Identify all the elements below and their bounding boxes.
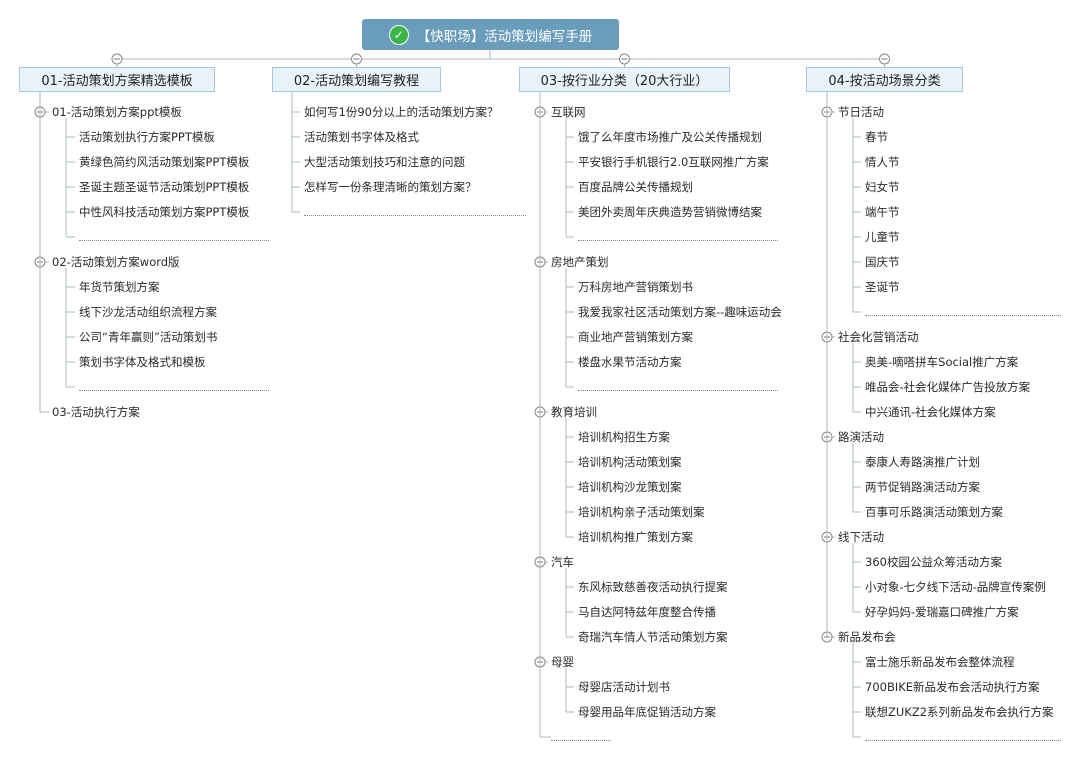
group-topic[interactable]: 新品发布会 [838, 630, 896, 644]
group-topic[interactable]: 02-活动策划方案word版 [52, 255, 180, 269]
category-1[interactable]: 01-活动策划方案精选模板 [19, 67, 215, 92]
topic-item[interactable]: 百度品牌公关传播规划 [578, 180, 693, 194]
topic-item[interactable]: 圣诞主题圣诞节活动策划PPT模板 [79, 180, 249, 194]
topic-item[interactable]: 春节 [865, 130, 888, 144]
topic-item[interactable]: 中兴通讯-社会化媒体方案 [865, 405, 996, 419]
topic-item[interactable]: 活动策划书字体及格式 [304, 130, 419, 144]
topic-item[interactable]: 端午节 [865, 205, 900, 219]
category-4[interactable]: 04-按活动场景分类 [806, 67, 963, 92]
more-items-ellipsis [865, 740, 1061, 741]
topic-item[interactable]: 公司“青年赢则”活动策划书 [79, 330, 217, 344]
group-topic[interactable]: 路演活动 [838, 430, 884, 444]
group-topic[interactable]: 节日活动 [838, 105, 884, 119]
category-2[interactable]: 02-活动策划编写教程 [272, 67, 441, 92]
group-topic[interactable]: 互联网 [551, 105, 586, 119]
group-topic[interactable]: 01-活动策划方案ppt模板 [52, 105, 182, 119]
more-groups-ellipsis [551, 740, 611, 741]
topic-item[interactable]: 饿了么年度市场推广及公关传播规划 [578, 130, 762, 144]
topic-item[interactable]: 两节促销路演活动方案 [865, 480, 980, 494]
more-items-ellipsis [79, 390, 269, 391]
more-items-ellipsis [304, 215, 526, 216]
more-items-ellipsis [578, 240, 778, 241]
topic-item[interactable]: 富士施乐新品发布会整体流程 [865, 655, 1015, 669]
topic-item[interactable]: 平安银行手机银行2.0互联网推广方案 [578, 155, 769, 169]
topic-item[interactable]: 百事可乐路演活动策划方案 [865, 505, 1003, 519]
topic-item[interactable]: 培训机构招生方案 [578, 430, 670, 444]
topic-item[interactable]: 奥美-嘀嗒拼车Social推广方案 [865, 355, 1018, 369]
topic-item[interactable]: 马自达阿特兹年度整合传播 [578, 605, 716, 619]
topic-item[interactable]: 700BIKE新品发布会活动执行方案 [865, 680, 1040, 694]
topic-item[interactable]: 培训机构推广策划方案 [578, 530, 693, 544]
group-topic[interactable]: 线下活动 [838, 530, 884, 544]
topic-item[interactable]: 培训机构沙龙策划案 [578, 480, 682, 494]
group-topic[interactable]: 母婴 [551, 655, 574, 669]
topic-item[interactable]: 儿童节 [865, 230, 900, 244]
topic-item[interactable]: 万科房地产营销策划书 [578, 280, 693, 294]
topic-item[interactable]: 怎样写一份条理清晰的策划方案？ [304, 180, 477, 194]
topic-item[interactable]: 联想ZUKZ2系列新品发布会执行方案 [865, 705, 1054, 719]
topic-item[interactable]: 活动策划执行方案PPT模板 [79, 130, 215, 144]
more-items-ellipsis [79, 240, 269, 241]
topic-item[interactable]: 年货节策划方案 [79, 280, 160, 294]
more-items-ellipsis [578, 390, 778, 391]
category-collapse-icon[interactable] [619, 53, 630, 65]
topic-item[interactable]: 美团外卖周年庆典造势营销微博结案 [578, 205, 762, 219]
group-topic[interactable]: 汽车 [551, 555, 574, 569]
topic-item[interactable]: 大型活动策划技巧和注意的问题 [304, 155, 465, 169]
more-items-ellipsis [865, 315, 1061, 316]
topic-item[interactable]: 楼盘水果节活动方案 [578, 355, 682, 369]
topic-item[interactable]: 泰康人寿路演推广计划 [865, 455, 980, 469]
topic-item[interactable]: 黄绿色简约风活动策划案PPT模板 [79, 155, 249, 169]
topic-item[interactable]: 情人节 [865, 155, 900, 169]
group-topic[interactable]: 房地产策划 [551, 255, 609, 269]
category-collapse-icon[interactable] [111, 53, 123, 65]
topic-item[interactable]: 国庆节 [865, 255, 900, 269]
topic-item[interactable]: 培训机构亲子活动策划案 [578, 505, 705, 519]
mind-map: ✓ 【快职场】活动策划编写手册 01-活动策划方案精选模板 02-活动策划编写教程… [0, 0, 1080, 769]
topic-item[interactable]: 母婴店活动计划书 [578, 680, 670, 694]
topic-item[interactable]: 小对象-七夕线下活动-品牌宣传案例 [865, 580, 1046, 594]
category-3[interactable]: 03-按行业分类（20大行业） [519, 67, 730, 92]
topic-item[interactable]: 如何写1份90分以上的活动策划方案？ [304, 105, 498, 119]
topic-item[interactable]: 策划书字体及格式和模板 [79, 355, 206, 369]
topic-item[interactable]: 360校园公益众筹活动方案 [865, 555, 1002, 569]
group-topic[interactable]: 教育培训 [551, 405, 597, 419]
topic-item[interactable]: 中性风科技活动策划方案PPT模板 [79, 205, 249, 219]
topic-item[interactable]: 唯品会-社会化媒体广告投放方案 [865, 380, 1030, 394]
group-topic[interactable]: 03-活动执行方案 [52, 405, 140, 419]
topic-item[interactable]: 我爱我家社区活动策划方案--趣味运动会 [578, 305, 782, 319]
topic-item[interactable]: 商业地产营销策划方案 [578, 330, 693, 344]
topic-item[interactable]: 东风标致慈善夜活动执行提案 [578, 580, 728, 594]
root-topic[interactable]: ✓ 【快职场】活动策划编写手册 [362, 19, 619, 50]
root-title: 【快职场】活动策划编写手册 [416, 28, 593, 45]
topic-item[interactable]: 好孕妈妈-爱瑞嘉口碑推广方案 [865, 605, 1019, 619]
check-circle-icon: ✓ [388, 24, 409, 45]
category-collapse-icon[interactable] [351, 53, 362, 65]
topic-item[interactable]: 线下沙龙活动组织流程方案 [79, 305, 217, 319]
topic-item[interactable]: 妇女节 [865, 180, 900, 194]
topic-item[interactable]: 培训机构活动策划案 [578, 455, 682, 469]
topic-item[interactable]: 圣诞节 [865, 280, 900, 294]
group-topic[interactable]: 社会化营销活动 [838, 330, 919, 344]
category-collapse-icon[interactable] [879, 53, 890, 65]
topic-item[interactable]: 母婴用品年底促销活动方案 [578, 705, 716, 719]
topic-item[interactable]: 奇瑞汽车情人节活动策划方案 [578, 630, 728, 644]
